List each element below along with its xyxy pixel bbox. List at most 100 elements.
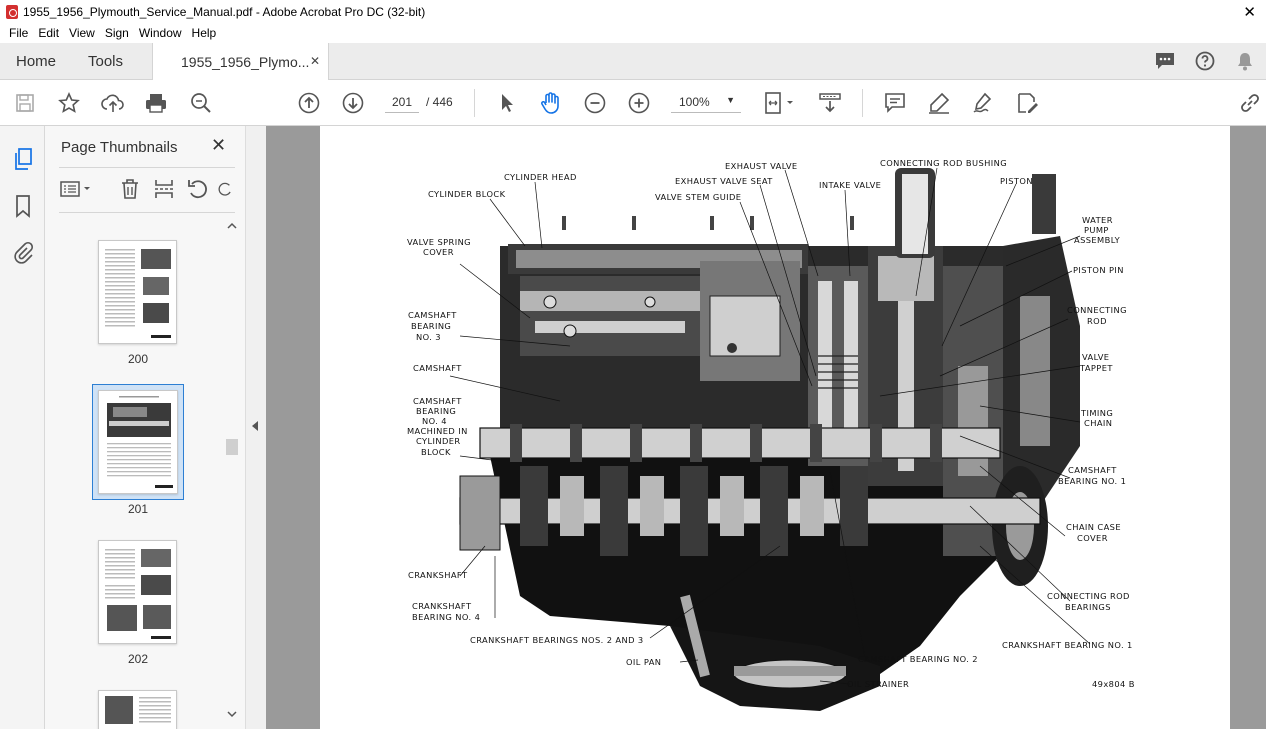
notification-bell-icon[interactable] [1234,50,1256,72]
chevron-left-icon[interactable] [252,421,258,431]
attachments-icon[interactable] [9,238,37,266]
label-camshaft-bearing-4: BLOCK [421,447,451,457]
page-number-input[interactable] [385,91,419,113]
thumbnail-label: 200 [127,352,149,366]
page-total: / 446 [426,95,453,109]
label-exhaust-valve: EXHAUST VALVE [725,161,798,171]
zoom-level-select[interactable]: 100% ▼ [671,91,741,113]
help-icon[interactable] [1194,50,1216,72]
rotate-clockwise-icon[interactable] [217,178,233,200]
menu-window[interactable]: Window [134,26,187,40]
panel-close-button[interactable]: ✕ [211,135,226,156]
label-crankshaft: CRANKSHAFT [408,570,468,580]
scrollbar-thumb[interactable] [226,439,238,455]
label-piston: PISTON [1000,176,1033,186]
print-icon[interactable] [144,91,168,115]
label-camshaft-bearing-3: NO. 3 [416,332,441,342]
label-crankshaft-bearings-2-3: CRANKSHAFT BEARINGS NOS. 2 AND 3 [470,635,644,645]
label-intake-valve: INTAKE VALVE [819,180,881,190]
zoom-search-icon[interactable] [189,91,213,115]
edit-pdf-icon[interactable] [1015,91,1039,115]
hand-tool-icon[interactable] [539,91,563,115]
label-connecting-rod: ROD [1087,316,1107,326]
label-valve-stem-guide: VALVE STEM GUIDE [655,192,741,202]
label-water-pump: WATER [1082,215,1113,225]
menu-view[interactable]: View [64,26,100,40]
menu-edit[interactable]: Edit [33,26,64,40]
document-view[interactable]: CYLINDER HEAD CYLINDER BLOCK VALVE SPRIN… [266,126,1266,729]
label-water-pump: ASSEMBLY [1074,235,1121,245]
engine-cutaway-figure: CYLINDER HEAD CYLINDER BLOCK VALVE SPRIN… [407,158,1135,711]
label-valve-tappet: VALVE [1082,352,1109,362]
menu-file[interactable]: File [4,26,33,40]
label-valve-spring-cover: COVER [423,247,454,257]
panel-collapse-handle[interactable] [245,126,266,729]
label-chain-case-cover: COVER [1077,533,1108,543]
upload-cloud-icon[interactable] [101,91,125,115]
thumbnails-panel: Page Thumbnails ✕ 200 201 202 [45,126,245,729]
menu-sign[interactable]: Sign [100,26,134,40]
toolbar [0,80,1266,126]
scroll-mode-icon[interactable] [818,91,842,115]
page-fit-icon[interactable] [762,91,798,115]
previous-page-icon[interactable] [297,91,321,115]
window-title: 1955_1956_Plymouth_Service_Manual.pdf - … [23,4,426,19]
figure-code: 49x804 B [1092,679,1135,689]
chevron-down-icon[interactable] [225,709,239,719]
label-camshaft-bearing-2: CAMSHAFT BEARING NO. 2 [858,654,978,664]
label-camshaft-bearing-4: CYLINDER [416,436,461,446]
zoom-level-value: 100% [679,95,710,109]
label-valve-tappet: TAPPET [1079,363,1113,373]
pdf-page: CYLINDER HEAD CYLINDER BLOCK VALVE SPRIN… [320,126,1230,729]
label-crankshaft-bearing-4: BEARING NO. 4 [412,612,480,622]
zoom-out-icon[interactable] [583,91,607,115]
chevron-up-icon[interactable] [225,221,239,231]
label-connecting-rod-bushing: CONNECTING ROD BUSHING [880,158,1007,168]
menu-help[interactable]: Help [187,26,222,40]
label-camshaft-bearing-3: BEARING [411,321,451,331]
thumbnail-image [98,690,177,729]
comment-bubble-icon[interactable] [1154,50,1176,72]
label-connecting-rod-bearings: BEARINGS [1065,602,1111,612]
window-close-button[interactable]: ✕ [1243,3,1256,21]
thumbnail-options-icon[interactable] [59,178,93,200]
panel-divider [59,212,235,213]
comment-icon[interactable] [883,91,907,115]
next-page-icon[interactable] [341,91,365,115]
label-piston-pin: PISTON PIN [1073,265,1124,275]
thumbnail-image [98,390,178,494]
label-timing-chain: CHAIN [1084,418,1112,428]
share-link-icon[interactable] [1238,91,1262,115]
delete-page-icon[interactable] [119,178,141,200]
thumbnail-label: 202 [127,652,149,666]
highlight-pen-icon[interactable] [927,91,951,115]
zoom-in-icon[interactable] [627,91,651,115]
toolbar-separator [862,89,863,117]
select-cursor-icon[interactable] [495,91,519,115]
thumbnail-image [98,540,177,644]
tab-document[interactable]: 1955_1956_Plymo... ✕ [152,43,329,81]
save-icon[interactable] [13,91,37,115]
label-camshaft-bearing-4: MACHINED IN [407,426,468,436]
label-camshaft-bearing-4: CAMSHAFT [413,396,462,406]
tab-home[interactable]: Home [16,43,56,80]
bookmark-star-icon[interactable] [57,91,81,115]
thumbnail-image [98,240,177,344]
page-thumbnails-icon[interactable] [9,145,37,173]
toolbar-separator [474,89,475,117]
rotate-counterclockwise-icon[interactable] [187,178,209,200]
thumbnails-scrollbar[interactable] [225,221,239,721]
label-cylinder-head: CYLINDER HEAD [504,172,577,182]
label-camshaft-bearing-1: CAMSHAFT [1068,465,1117,475]
navigation-rail [0,126,45,729]
tab-close-button[interactable]: ✕ [310,54,320,68]
tab-tools[interactable]: Tools [88,43,123,80]
label-crankshaft-bearing-1: CRANKSHAFT BEARING NO. 1 [1002,640,1133,650]
label-connecting-rod-bearings: CONNECTING ROD [1047,591,1130,601]
acrobat-logo-icon [6,4,18,19]
bookmarks-icon[interactable] [9,192,37,220]
insert-page-icon[interactable] [153,178,175,200]
draw-sign-icon[interactable] [971,91,995,115]
label-oil-strainer: OIL STRAINER [847,679,909,689]
label-camshaft-bearing-1: BEARING NO. 1 [1058,476,1126,486]
